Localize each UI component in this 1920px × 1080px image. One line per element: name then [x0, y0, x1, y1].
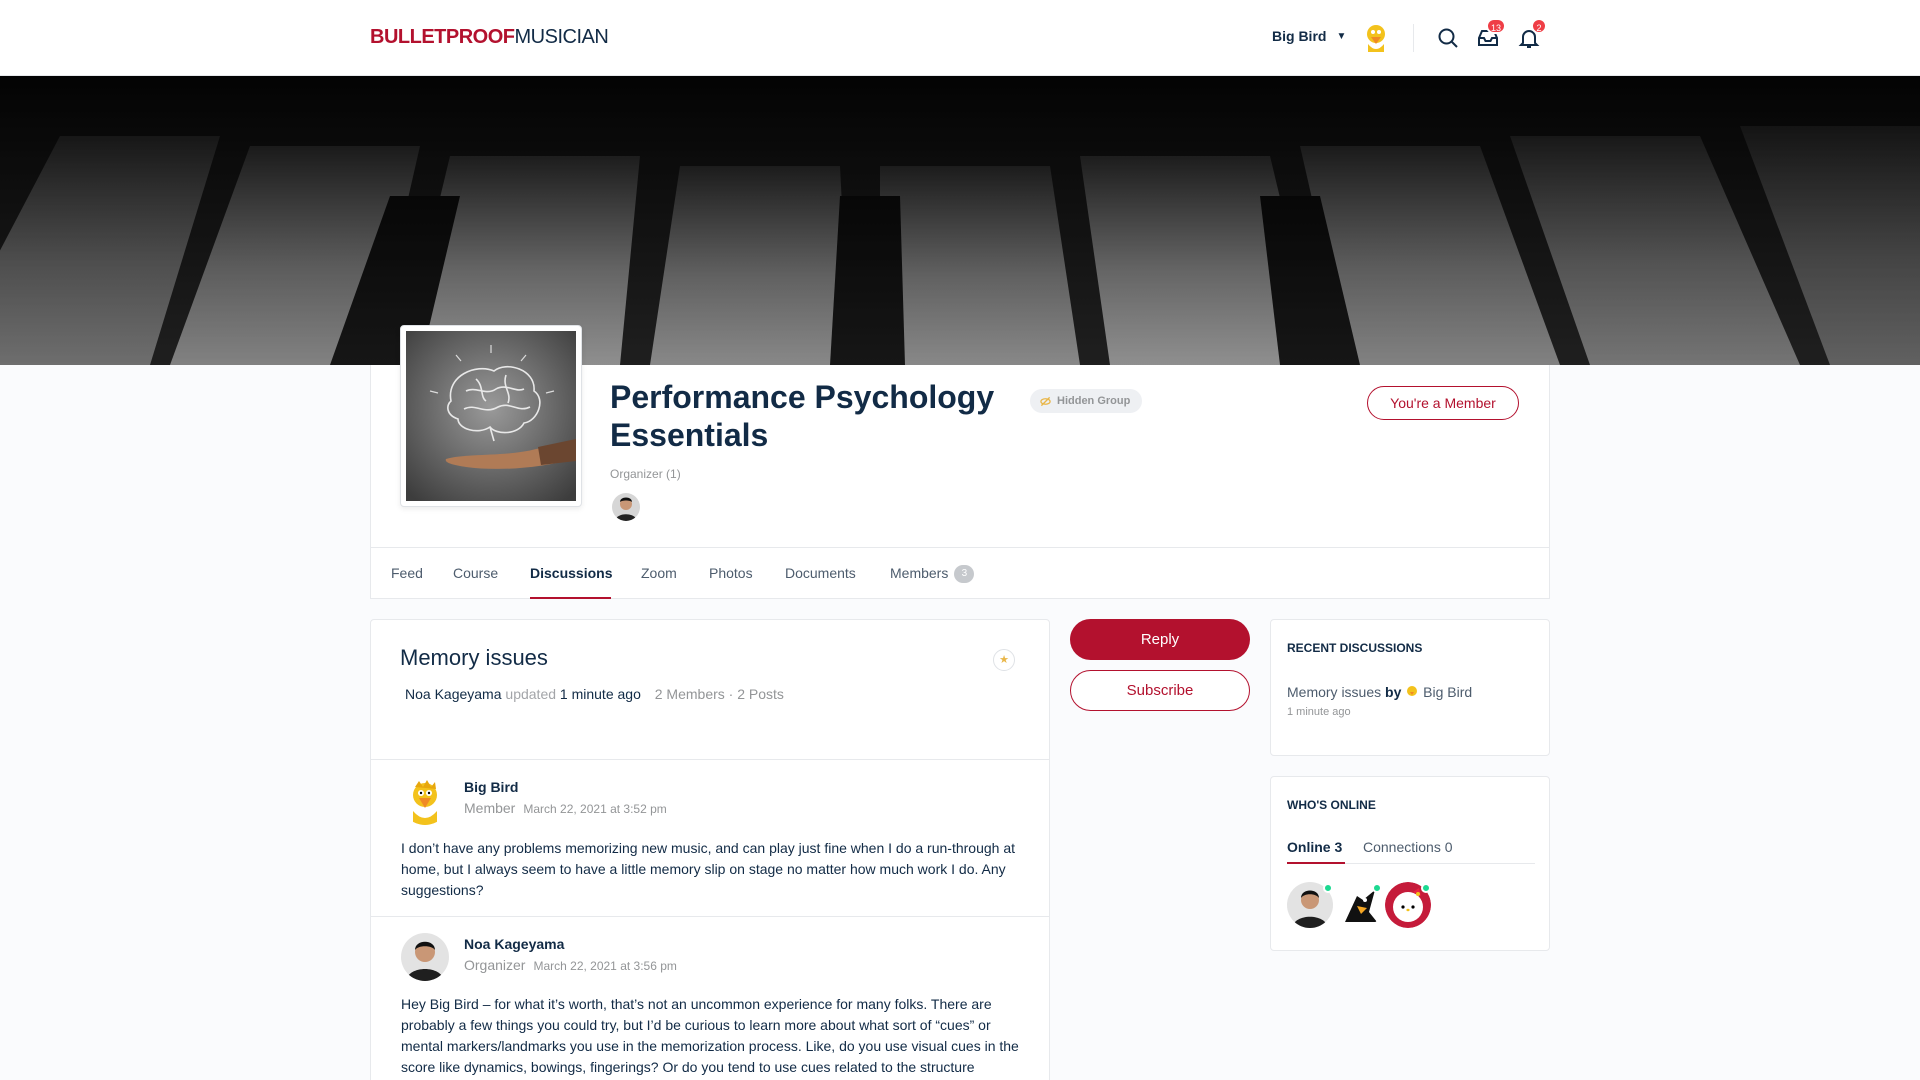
messages-button[interactable]: 13 — [1476, 18, 1506, 50]
tab-feed[interactable]: Feed — [391, 565, 423, 581]
post-author-name[interactable]: Big Bird — [464, 779, 518, 795]
active-online-tab-indicator — [1287, 862, 1345, 864]
tab-online[interactable]: Online 3 — [1287, 839, 1342, 855]
post-body: Hey Big Bird – for what it’s worth, that… — [401, 996, 1019, 1075]
tab-connections-label: Connections — [1363, 839, 1441, 855]
user-menu[interactable]: Big Bird ▼ — [1272, 28, 1346, 44]
online-status-dot — [1421, 883, 1431, 893]
recent-topic[interactable]: Memory issues — [1287, 684, 1381, 700]
members-count-badge: 3 — [954, 565, 975, 584]
whos-online-widget: Who's Online Online 3 Connections 0 — [1270, 776, 1550, 951]
post-divider — [371, 759, 1049, 760]
author-mini-avatar — [1407, 686, 1418, 696]
logo-part-1: BULLETPROOF — [370, 26, 515, 48]
tab-documents[interactable]: Documents — [785, 565, 856, 581]
notifications-button[interactable]: 2 — [1517, 18, 1547, 50]
updated-word: updated — [505, 686, 557, 702]
tab-connections[interactable]: Connections 0 — [1363, 839, 1453, 855]
post-role-label: Organizer — [464, 957, 526, 973]
user-avatar[interactable] — [1360, 22, 1392, 54]
recent-discussions-widget: Recent Discussions Memory issues by Big … — [1270, 619, 1550, 756]
online-status-dot — [1372, 883, 1382, 893]
notifications-badge: 2 — [1531, 18, 1547, 34]
post-author-role: Organizer March 22, 2021 at 3:56 pm — [464, 957, 677, 973]
chevron-down-icon: ▼ — [1336, 30, 1347, 42]
post-role-label: Member — [464, 800, 516, 816]
logo-part-2: MUSICIAN — [514, 26, 609, 48]
organizer-avatar[interactable] — [612, 493, 640, 521]
recent-by: by — [1385, 684, 1402, 700]
piano-keys-image — [0, 76, 1920, 365]
tab-members[interactable]: Members 3 — [890, 565, 975, 584]
messages-badge: 13 — [1485, 18, 1506, 34]
widget-title: Who's Online — [1287, 798, 1376, 812]
online-count: 3 — [1334, 839, 1343, 855]
connections-count: 0 — [1444, 839, 1453, 855]
site-logo[interactable]: BULLETPROOFMUSICIAN — [370, 26, 609, 49]
recent-author[interactable]: Big Bird — [1423, 684, 1472, 700]
group-nav-divider — [370, 547, 1550, 548]
recent-discussion-item[interactable]: Memory issues by Big Bird — [1287, 684, 1472, 700]
post-date: March 22, 2021 at 3:56 pm — [533, 959, 677, 973]
user-name: Big Bird — [1272, 28, 1327, 44]
updated-time: 1 minute ago — [559, 686, 641, 702]
group-privacy-badge: Hidden Group — [1030, 389, 1143, 413]
post-divider — [371, 916, 1049, 917]
tab-members-label: Members — [890, 565, 949, 581]
group-avatar — [400, 325, 582, 507]
post-avatar[interactable] — [401, 777, 449, 825]
active-tab-indicator — [530, 597, 611, 599]
post-author-name[interactable]: Noa Kageyama — [464, 936, 564, 952]
group-cover-image — [0, 76, 1920, 365]
brain-hand-image — [406, 331, 576, 501]
tab-discussions[interactable]: Discussions — [530, 565, 612, 581]
recent-time: 1 minute ago — [1287, 706, 1351, 718]
star-icon[interactable]: ★ — [993, 649, 1015, 671]
top-bar: BULLETPROOFMUSICIAN Big Bird ▼ 13 2 — [0, 0, 1920, 76]
privacy-label: Hidden Group — [1057, 395, 1131, 407]
group-title: Performance Psychology Essentials — [610, 379, 995, 453]
discussion-title: Memory issues — [400, 645, 548, 670]
youre-a-member-button[interactable]: You're a Member — [1367, 386, 1519, 420]
discussion-author[interactable]: Noa Kageyama — [405, 686, 502, 702]
tab-online-label: Online — [1287, 839, 1331, 855]
tab-course[interactable]: Course — [453, 565, 498, 581]
widget-title: Recent Discussions — [1287, 641, 1423, 655]
hidden-icon — [1040, 396, 1051, 406]
post-author-role: Member March 22, 2021 at 3:52 pm — [464, 800, 667, 816]
organizer-label: Organizer (1) — [610, 467, 681, 481]
discussion-stats: 2 Members · 2 Posts — [654, 686, 784, 702]
post-date: March 22, 2021 at 3:52 pm — [523, 802, 667, 816]
tab-zoom[interactable]: Zoom — [641, 565, 677, 581]
post-avatar[interactable] — [401, 933, 449, 981]
post-body: I don’t have any problems memorizing new… — [401, 840, 1015, 898]
online-status-dot — [1323, 883, 1333, 893]
reply-button[interactable]: Reply — [1070, 619, 1250, 660]
search-icon[interactable] — [1436, 26, 1460, 50]
subscribe-button[interactable]: Subscribe — [1070, 670, 1250, 711]
header-divider — [1413, 24, 1414, 52]
tab-photos[interactable]: Photos — [709, 565, 753, 581]
discussion-meta: Noa Kageyama updated 1 minute ago 2 Memb… — [405, 686, 784, 702]
